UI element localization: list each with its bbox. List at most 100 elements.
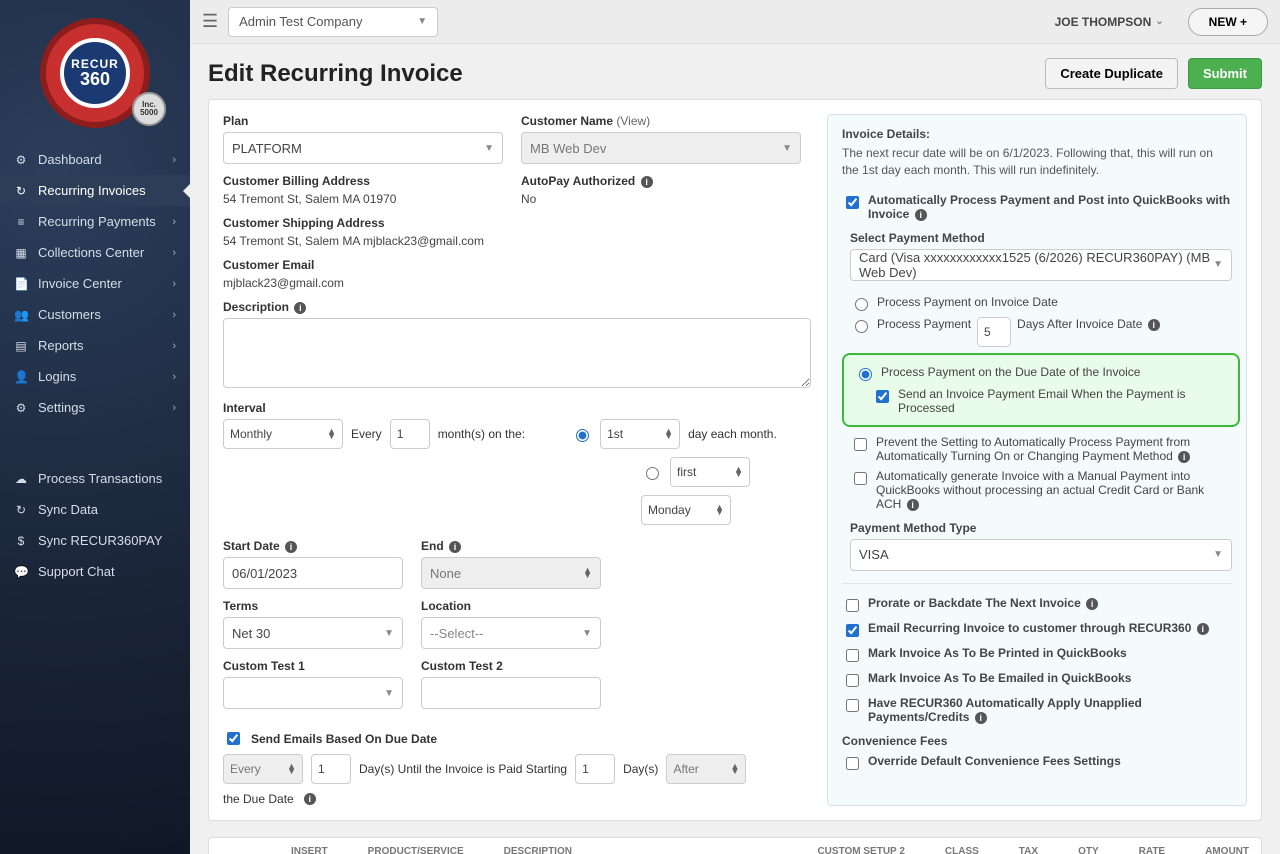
- sidebar-item-sync-data[interactable]: ↻Sync Data: [0, 494, 190, 525]
- auto-process-checkbox[interactable]: [846, 196, 859, 209]
- end-select[interactable]: None▲▼: [421, 557, 601, 589]
- info-icon[interactable]: i: [1197, 623, 1209, 635]
- col-tax: TAX: [1019, 846, 1038, 854]
- apply-unapplied-checkbox[interactable]: [846, 699, 859, 712]
- sidebar-item-settings[interactable]: ⚙Settings›: [0, 392, 190, 423]
- submit-button[interactable]: Submit: [1188, 58, 1262, 89]
- customer-view-link[interactable]: (View): [616, 114, 650, 128]
- apply-unapplied-label: Have RECUR360 Automatically Apply Unappl…: [868, 696, 1232, 724]
- sidebar-item-invoice-center[interactable]: 📄Invoice Center›: [0, 268, 190, 299]
- terms-label: Terms: [223, 599, 403, 613]
- send-emails-due-date-checkbox[interactable]: [227, 732, 240, 745]
- topbar: ☰ Admin Test Company ▼ JOE THOMPSON ⌄ NE…: [190, 0, 1280, 44]
- info-icon[interactable]: i: [285, 541, 297, 553]
- create-duplicate-button[interactable]: Create Duplicate: [1045, 58, 1178, 89]
- plan-select[interactable]: PLATFORM▼: [223, 132, 503, 164]
- reminder-days-label: Day(s): [623, 762, 658, 776]
- info-icon[interactable]: i: [304, 793, 316, 805]
- send-email-processed-checkbox[interactable]: [876, 390, 889, 403]
- override-conv-label: Override Default Convenience Fees Settin…: [868, 754, 1121, 768]
- company-select[interactable]: Admin Test Company ▼: [228, 7, 438, 37]
- col-insert: INSERT: [291, 846, 328, 854]
- customer-select[interactable]: MB Web Dev▼: [521, 132, 801, 164]
- info-icon[interactable]: i: [1148, 319, 1160, 331]
- process-days-after-input[interactable]: [977, 317, 1011, 347]
- reminder-n1-input[interactable]: [311, 754, 351, 784]
- sidebar-item-collections[interactable]: ▦Collections Center›: [0, 237, 190, 268]
- col-description: DESCRIPTION: [504, 846, 572, 854]
- col-class: CLASS: [945, 846, 979, 854]
- process-on-due-date-radio[interactable]: [859, 368, 872, 381]
- new-button[interactable]: NEW +: [1188, 8, 1268, 36]
- prevent-auto-label: Prevent the Setting to Automatically Pro…: [876, 435, 1232, 463]
- cloud-icon: ☁: [14, 472, 28, 486]
- reports-icon: ▤: [14, 339, 28, 353]
- logo: RECUR 360 Inc.5000: [0, 0, 190, 138]
- autopay-label: AutoPay Authorized i: [521, 174, 801, 188]
- reminder-tail-label: the Due Date: [223, 792, 294, 806]
- interval-unit-select[interactable]: Monthly▲▼: [223, 419, 343, 449]
- menu-icon[interactable]: ☰: [202, 11, 218, 32]
- process-on-invoice-date-radio[interactable]: [855, 298, 868, 311]
- mark-print-label: Mark Invoice As To Be Printed in QuickBo…: [868, 646, 1127, 660]
- interval-label: Interval: [223, 401, 811, 415]
- nav-main: ⚙Dashboard› ↻Recurring Invoices ≡Recurri…: [0, 144, 190, 423]
- info-icon[interactable]: i: [1178, 451, 1190, 463]
- interval-weekday-select[interactable]: Monday▲▼: [641, 495, 731, 525]
- prevent-auto-checkbox[interactable]: [854, 438, 867, 451]
- reminder-every-select[interactable]: Every▲▼: [223, 754, 303, 784]
- interval-day-select[interactable]: 1st▲▼: [600, 419, 680, 449]
- mark-print-checkbox[interactable]: [846, 649, 859, 662]
- info-icon[interactable]: i: [449, 541, 461, 553]
- interval-every-input[interactable]: [390, 419, 430, 449]
- info-icon[interactable]: i: [915, 209, 927, 221]
- payment-method-select[interactable]: Card (Visa xxxxxxxxxxxx1525 (6/2026) REC…: [850, 249, 1232, 281]
- auto-gen-manual-checkbox[interactable]: [854, 472, 867, 485]
- sidebar-item-recurring-payments[interactable]: ≡Recurring Payments›: [0, 206, 190, 237]
- shipping-address-value: 54 Tremont St, Salem MA mjblack23@gmail.…: [223, 234, 811, 248]
- prorate-checkbox[interactable]: [846, 599, 859, 612]
- info-icon[interactable]: i: [294, 302, 306, 314]
- payment-method-type-select[interactable]: VISA▼: [850, 539, 1232, 571]
- caret-down-icon: ▼: [1213, 549, 1223, 560]
- page-title: Edit Recurring Invoice: [208, 60, 463, 88]
- mark-email-checkbox[interactable]: [846, 674, 859, 687]
- invoice-details-panel: Invoice Details: The next recur date wil…: [827, 114, 1247, 806]
- info-icon[interactable]: i: [907, 499, 919, 511]
- custom2-input[interactable]: [421, 677, 601, 709]
- interval-day-radio[interactable]: [576, 429, 589, 442]
- interval-weekday-radio[interactable]: [646, 467, 659, 480]
- info-icon[interactable]: i: [641, 176, 653, 188]
- customer-label: Customer Name (View): [521, 114, 801, 128]
- chevron-right-icon: ›: [172, 216, 176, 228]
- email-recurring-checkbox[interactable]: [846, 624, 859, 637]
- sync-icon: ↻: [14, 503, 28, 517]
- start-date-input[interactable]: [223, 557, 403, 589]
- sidebar-item-support-chat[interactable]: 💬Support Chat: [0, 556, 190, 587]
- caret-down-icon: ▼: [1213, 259, 1223, 270]
- override-conv-checkbox[interactable]: [846, 757, 859, 770]
- reminder-n2-input[interactable]: [575, 754, 615, 784]
- sidebar-item-customers[interactable]: 👥Customers›: [0, 299, 190, 330]
- info-icon[interactable]: i: [975, 712, 987, 724]
- sidebar-item-logins[interactable]: 👤Logins›: [0, 361, 190, 392]
- description-textarea[interactable]: [223, 318, 811, 388]
- terms-select[interactable]: Net 30▼: [223, 617, 403, 649]
- reminder-after-select[interactable]: After▲▼: [666, 754, 746, 784]
- sidebar-item-process-transactions[interactable]: ☁Process Transactions: [0, 463, 190, 494]
- interval-ordinal-select[interactable]: first▲▼: [670, 457, 750, 487]
- process-days-after-radio[interactable]: [855, 320, 868, 333]
- email-recurring-label: Email Recurring Invoice to customer thro…: [868, 621, 1209, 635]
- interval-day-suffix: day each month.: [688, 427, 777, 441]
- custom1-label: Custom Test 1: [223, 659, 403, 673]
- sidebar-item-sync-recur360pay[interactable]: $Sync RECUR360PAY: [0, 525, 190, 556]
- sidebar-item-reports[interactable]: ▤Reports›: [0, 330, 190, 361]
- interval-every-label: Every: [351, 427, 382, 441]
- location-select[interactable]: --Select--▼: [421, 617, 601, 649]
- custom1-select[interactable]: ▼: [223, 677, 403, 709]
- sidebar-item-dashboard[interactable]: ⚙Dashboard›: [0, 144, 190, 175]
- sidebar-item-recurring-invoices[interactable]: ↻Recurring Invoices: [0, 175, 190, 206]
- user-menu[interactable]: JOE THOMPSON ⌄: [1055, 15, 1164, 29]
- info-icon[interactable]: i: [1086, 598, 1098, 610]
- conv-fees-title: Convenience Fees: [842, 734, 1232, 748]
